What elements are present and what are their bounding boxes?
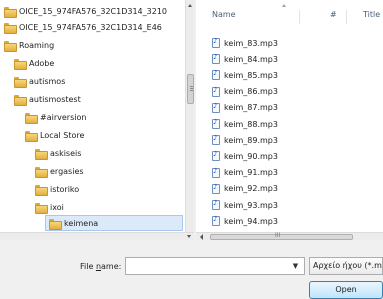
audio-file-icon [212, 215, 220, 227]
folder-icon [14, 76, 27, 88]
folder-icon [49, 218, 62, 230]
file-item-label: keim_83.mp3 [224, 38, 278, 48]
folder-icon [35, 202, 48, 214]
file-item-label: keim_94.mp3 [224, 216, 278, 226]
file-item[interactable]: keim_94.mp3 [212, 215, 278, 227]
audio-file-icon [212, 86, 220, 97]
tree-vertical-scrollbar[interactable] [185, 0, 194, 232]
tree-item-label: OICE_15_974FA576_32C1D314_3210 [19, 6, 167, 16]
audio-file-icon [212, 53, 220, 65]
tree-item[interactable]: Adobe [14, 55, 54, 71]
tree-item[interactable]: istoriko [35, 181, 79, 197]
audio-file-icon [212, 69, 220, 81]
tree-item-label: ergasies [50, 166, 84, 176]
folder-icon [25, 130, 38, 142]
file-item-label: keim_91.mp3 [224, 168, 278, 178]
file-item[interactable]: keim_89.mp3 [212, 134, 278, 146]
file-item-label: keim_90.mp3 [224, 151, 278, 161]
tree-item[interactable]: OICE_15_974FA576_32C1D314_E46 [4, 19, 162, 35]
filename-dropdown-arrow-icon[interactable]: ▼ [287, 258, 304, 274]
file-item[interactable]: keim_84.mp3 [212, 53, 278, 65]
tree-item-label: autismos [29, 76, 66, 86]
audio-file-icon [212, 118, 220, 129]
open-button[interactable]: Open [309, 281, 383, 299]
column-title-header[interactable]: Title [363, 10, 380, 19]
tree-item[interactable]: ergasies [35, 163, 84, 179]
file-item[interactable]: keim_91.mp3 [212, 167, 278, 179]
scroll-down-arrow-icon[interactable] [187, 235, 191, 238]
file-item[interactable]: keim_90.mp3 [212, 150, 278, 162]
folder-icon [25, 112, 38, 124]
tree-item[interactable]: Roaming [4, 37, 54, 53]
folder-tree[interactable]: OICE_15_974FA576_32C1D314_3210 OICE_15_97… [0, 0, 194, 240]
tree-item-label: istoriko [50, 184, 80, 194]
tree-scroll-thumb[interactable] [187, 74, 194, 104]
tree-item-label: keimena [64, 218, 99, 228]
audio-file-icon [212, 102, 220, 113]
file-item-label: keim_84.mp3 [224, 54, 278, 64]
folder-icon [35, 166, 48, 178]
file-item[interactable]: keim_88.mp3 [212, 118, 278, 130]
tree-item-label: Adobe [29, 58, 55, 68]
audio-file-icon [212, 183, 220, 194]
files-scroll-thumb[interactable]: III [210, 232, 353, 240]
file-open-dialog: OICE_15_974FA576_32C1D314_3210 OICE_15_97… [0, 0, 383, 299]
folder-icon [35, 148, 48, 160]
column-header: Name # Title [196, 4, 383, 26]
filetype-select[interactable]: Αρχείο ήχου (*.m [309, 257, 383, 275]
filename-input[interactable] [125, 257, 305, 275]
file-item[interactable]: keim_83.mp3 [212, 37, 278, 49]
file-item[interactable]: keim_86.mp3 [212, 86, 278, 98]
audio-file-icon [212, 167, 220, 178]
tree-item-label: autismostest [29, 94, 81, 104]
tree-item[interactable]: #airversion [25, 109, 86, 125]
tree-item-label: askiseis [50, 148, 82, 158]
file-item-label: keim_86.mp3 [224, 87, 278, 97]
tree-item-label: OICE_15_974FA576_32C1D314_E46 [19, 22, 162, 32]
tree-item[interactable]: autismostest [14, 91, 81, 107]
file-item-label: keim_89.mp3 [224, 135, 278, 145]
tree-item-label: #airversion [40, 112, 87, 122]
tree-item[interactable]: autismos [14, 73, 65, 89]
folder-icon [4, 22, 17, 34]
tree-item-label: Local Store [40, 130, 85, 140]
folder-icon [4, 40, 17, 52]
folder-icon [35, 184, 48, 196]
file-item-label: keim_92.mp3 [224, 184, 278, 194]
folder-icon [14, 58, 27, 70]
filename-label: File name: [80, 262, 122, 271]
file-item-label: keim_93.mp3 [224, 200, 278, 210]
column-number-header[interactable]: # [330, 10, 337, 19]
file-item[interactable]: keim_85.mp3 [212, 69, 278, 81]
audio-file-icon [212, 150, 220, 162]
file-item[interactable]: keim_93.mp3 [212, 199, 278, 211]
scroll-up-arrow-icon[interactable] [188, 4, 192, 7]
scroll-left-arrow-icon[interactable] [200, 234, 203, 240]
sort-arrow-icon [282, 4, 286, 7]
scroll-grip: III [275, 232, 281, 239]
file-list[interactable]: Name # Title keim_83.mp3 keim_84.mp3 keim_… [196, 0, 383, 240]
tree-item[interactable]: ixoi [35, 199, 64, 215]
file-item[interactable]: keim_92.mp3 [212, 183, 278, 195]
tree-horizontal-scrollbar[interactable] [0, 232, 194, 240]
tree-item-label: Roaming [19, 40, 55, 50]
tree-item-label: ixoi [50, 202, 64, 212]
audio-file-icon [212, 199, 220, 210]
tree-item[interactable]: keimena [45, 215, 183, 231]
file-item[interactable]: keim_87.mp3 [212, 102, 278, 114]
file-item-label: keim_88.mp3 [224, 119, 278, 129]
folder-icon [14, 94, 27, 106]
audio-file-icon [212, 37, 220, 48]
tree-item[interactable]: OICE_15_974FA576_32C1D314_3210 [4, 3, 167, 19]
file-item-label: keim_85.mp3 [224, 70, 278, 80]
tree-item[interactable]: askiseis [35, 145, 81, 161]
file-item-label: keim_87.mp3 [224, 103, 278, 113]
column-name-header[interactable]: Name [212, 10, 236, 19]
files-horizontal-scrollbar[interactable]: III [196, 232, 383, 240]
audio-file-icon [212, 134, 220, 146]
tree-item[interactable]: Local Store [25, 127, 84, 143]
folder-icon [4, 6, 17, 18]
